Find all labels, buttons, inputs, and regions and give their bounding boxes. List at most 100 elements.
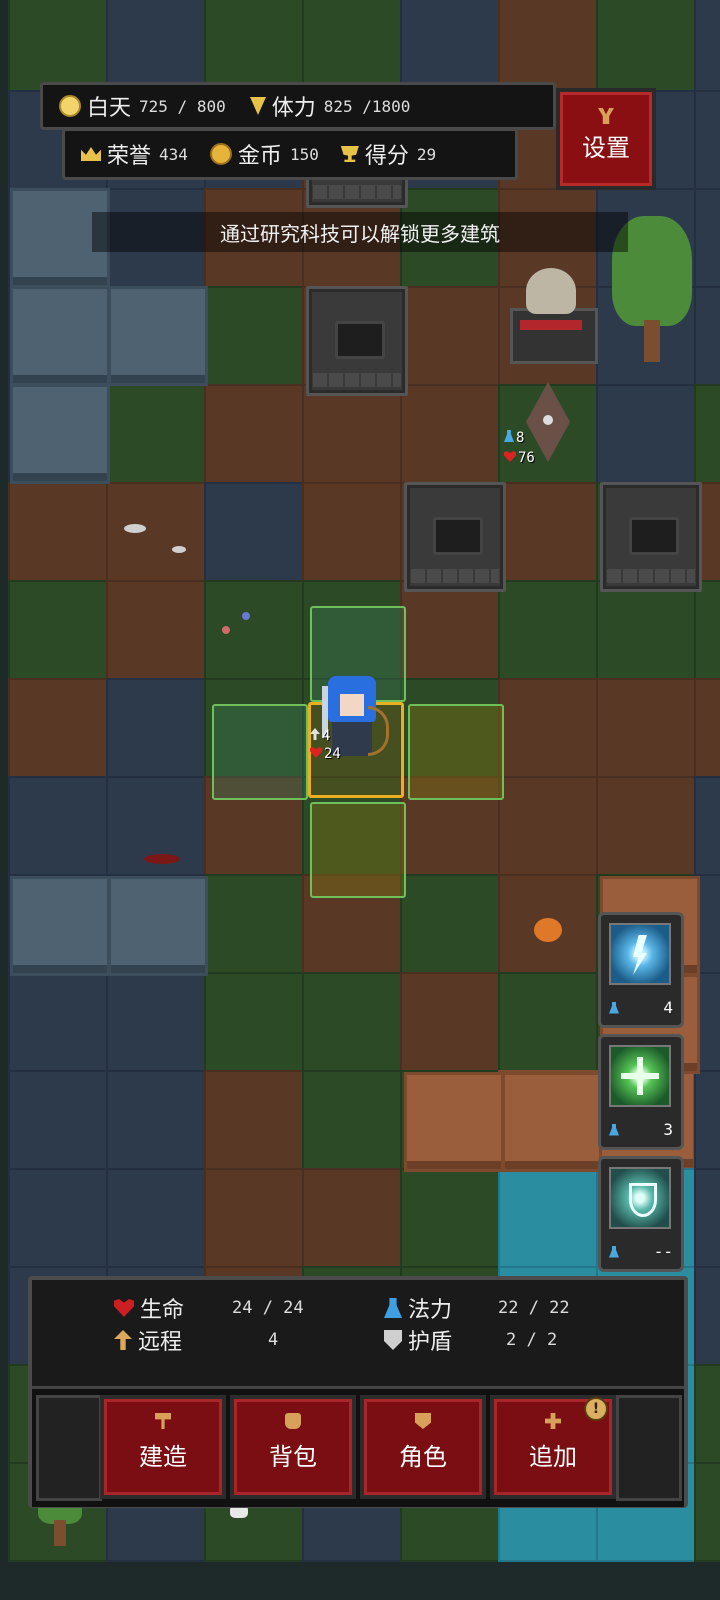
map-tile[interactable] <box>302 1168 402 1268</box>
build-button[interactable]: 建造 <box>100 1395 226 1499</box>
map-tile[interactable] <box>498 1168 598 1268</box>
map-tile[interactable] <box>694 384 720 484</box>
map-tile[interactable] <box>596 776 696 876</box>
map-tile[interactable] <box>596 0 696 92</box>
map-tile[interactable] <box>694 90 720 190</box>
shield-skill-button[interactable]: -- <box>598 1156 684 1272</box>
map-tile[interactable] <box>596 580 696 680</box>
map-tile[interactable] <box>498 0 598 92</box>
blood-splatter <box>144 854 180 864</box>
map-tile[interactable] <box>8 580 108 680</box>
mana-icon <box>609 1123 619 1136</box>
map-tile[interactable] <box>302 0 402 92</box>
bag-button[interactable]: 背包 <box>230 1395 356 1499</box>
map-tile[interactable] <box>204 1070 304 1170</box>
pumpkin-item[interactable] <box>534 918 562 942</box>
lightning-skill-button[interactable]: 4 <box>598 912 684 1028</box>
heal-skill-button[interactable]: 3 <box>598 1034 684 1150</box>
resource-bar-bottom: 荣誉 434 金币 150 得分 29 <box>62 128 518 180</box>
enemy-hp: 76 <box>504 450 535 466</box>
map-tile[interactable] <box>204 286 304 386</box>
map-tile[interactable] <box>400 0 500 92</box>
skill-cost: 4 <box>663 998 673 1017</box>
map-tile[interactable] <box>204 482 304 582</box>
move-tile[interactable] <box>212 704 308 800</box>
map-tile[interactable] <box>302 972 402 1072</box>
map-tile[interactable] <box>204 874 304 974</box>
map-tile[interactable] <box>694 1266 720 1366</box>
shield-icon <box>384 1330 402 1350</box>
add-button[interactable]: 追加 ! <box>490 1395 616 1499</box>
pebble <box>172 546 186 553</box>
map-tile[interactable] <box>106 0 206 92</box>
stone-building[interactable] <box>306 286 408 396</box>
map-tile[interactable] <box>596 384 696 484</box>
map-tile[interactable] <box>498 580 598 680</box>
map-tile[interactable] <box>400 286 500 386</box>
map-tile[interactable] <box>106 678 206 778</box>
empty-slot <box>36 1395 102 1501</box>
map-tile[interactable] <box>8 1070 108 1170</box>
map-tile[interactable] <box>694 776 720 876</box>
bag-icon <box>285 1413 301 1429</box>
map-tile[interactable] <box>302 1070 402 1170</box>
trophy-icon <box>340 146 359 162</box>
map-tile[interactable] <box>694 188 720 288</box>
day-label: 白天 <box>87 96 132 121</box>
map-tile[interactable] <box>8 1168 108 1268</box>
map-tile[interactable] <box>106 580 206 680</box>
map-tile[interactable] <box>204 0 304 92</box>
plus-icon <box>545 1413 561 1429</box>
action-bar: 建造 背包 角色 追加 ! <box>32 1386 684 1507</box>
map-tile[interactable] <box>498 482 598 582</box>
stone-building[interactable] <box>600 482 702 592</box>
arrow-icon <box>310 728 320 740</box>
map-tile[interactable] <box>8 776 108 876</box>
map-tile[interactable] <box>400 384 500 484</box>
empty-slot <box>616 1395 682 1501</box>
map-tile[interactable] <box>204 384 304 484</box>
settings-button[interactable]: 设置 <box>556 88 656 190</box>
shrine-structure[interactable] <box>510 264 598 364</box>
map-tile[interactable] <box>498 678 598 778</box>
map-tile[interactable] <box>400 972 500 1072</box>
map-tile[interactable] <box>694 580 720 680</box>
map-tile[interactable] <box>498 776 598 876</box>
map-tile[interactable] <box>204 1168 304 1268</box>
map-tile[interactable] <box>204 580 304 680</box>
map-tile[interactable] <box>106 972 206 1072</box>
map-tile[interactable] <box>694 1168 720 1268</box>
attack-tile[interactable] <box>310 802 406 898</box>
map-tile[interactable] <box>204 972 304 1072</box>
map-tile[interactable] <box>106 1168 206 1268</box>
map-tile[interactable] <box>106 384 206 484</box>
map-tile[interactable] <box>8 678 108 778</box>
map-tile[interactable] <box>694 286 720 386</box>
map-tile[interactable] <box>498 972 598 1072</box>
map-tile[interactable] <box>400 1168 500 1268</box>
map-tile[interactable] <box>400 874 500 974</box>
map-tile[interactable] <box>8 0 108 92</box>
map-tile[interactable] <box>694 1070 720 1170</box>
map-tile[interactable] <box>694 0 720 92</box>
gold-label: 金币 <box>237 144 282 169</box>
stone-building[interactable] <box>404 482 506 592</box>
flower <box>222 626 230 634</box>
character-panel: 生命 24 / 24 法力 22 / 22 远程 4 护盾 2 / 2 建造 背… <box>28 1276 688 1508</box>
map-tile[interactable] <box>302 482 402 582</box>
lightning-icon <box>249 97 266 115</box>
map-tile[interactable] <box>694 1364 720 1464</box>
map-tile[interactable] <box>106 482 206 582</box>
map-tile[interactable] <box>596 678 696 778</box>
map-tile[interactable] <box>694 678 720 778</box>
map-tile[interactable] <box>8 482 108 582</box>
map-tile[interactable] <box>8 972 108 1072</box>
map-tile[interactable] <box>694 1462 720 1562</box>
map-tile[interactable] <box>400 580 500 680</box>
map-tile[interactable] <box>302 384 402 484</box>
settings-icon <box>598 108 614 124</box>
attack-tile[interactable] <box>408 704 504 800</box>
character-button[interactable]: 角色 <box>360 1395 486 1499</box>
clay-block <box>502 1072 602 1172</box>
map-tile[interactable] <box>106 1070 206 1170</box>
